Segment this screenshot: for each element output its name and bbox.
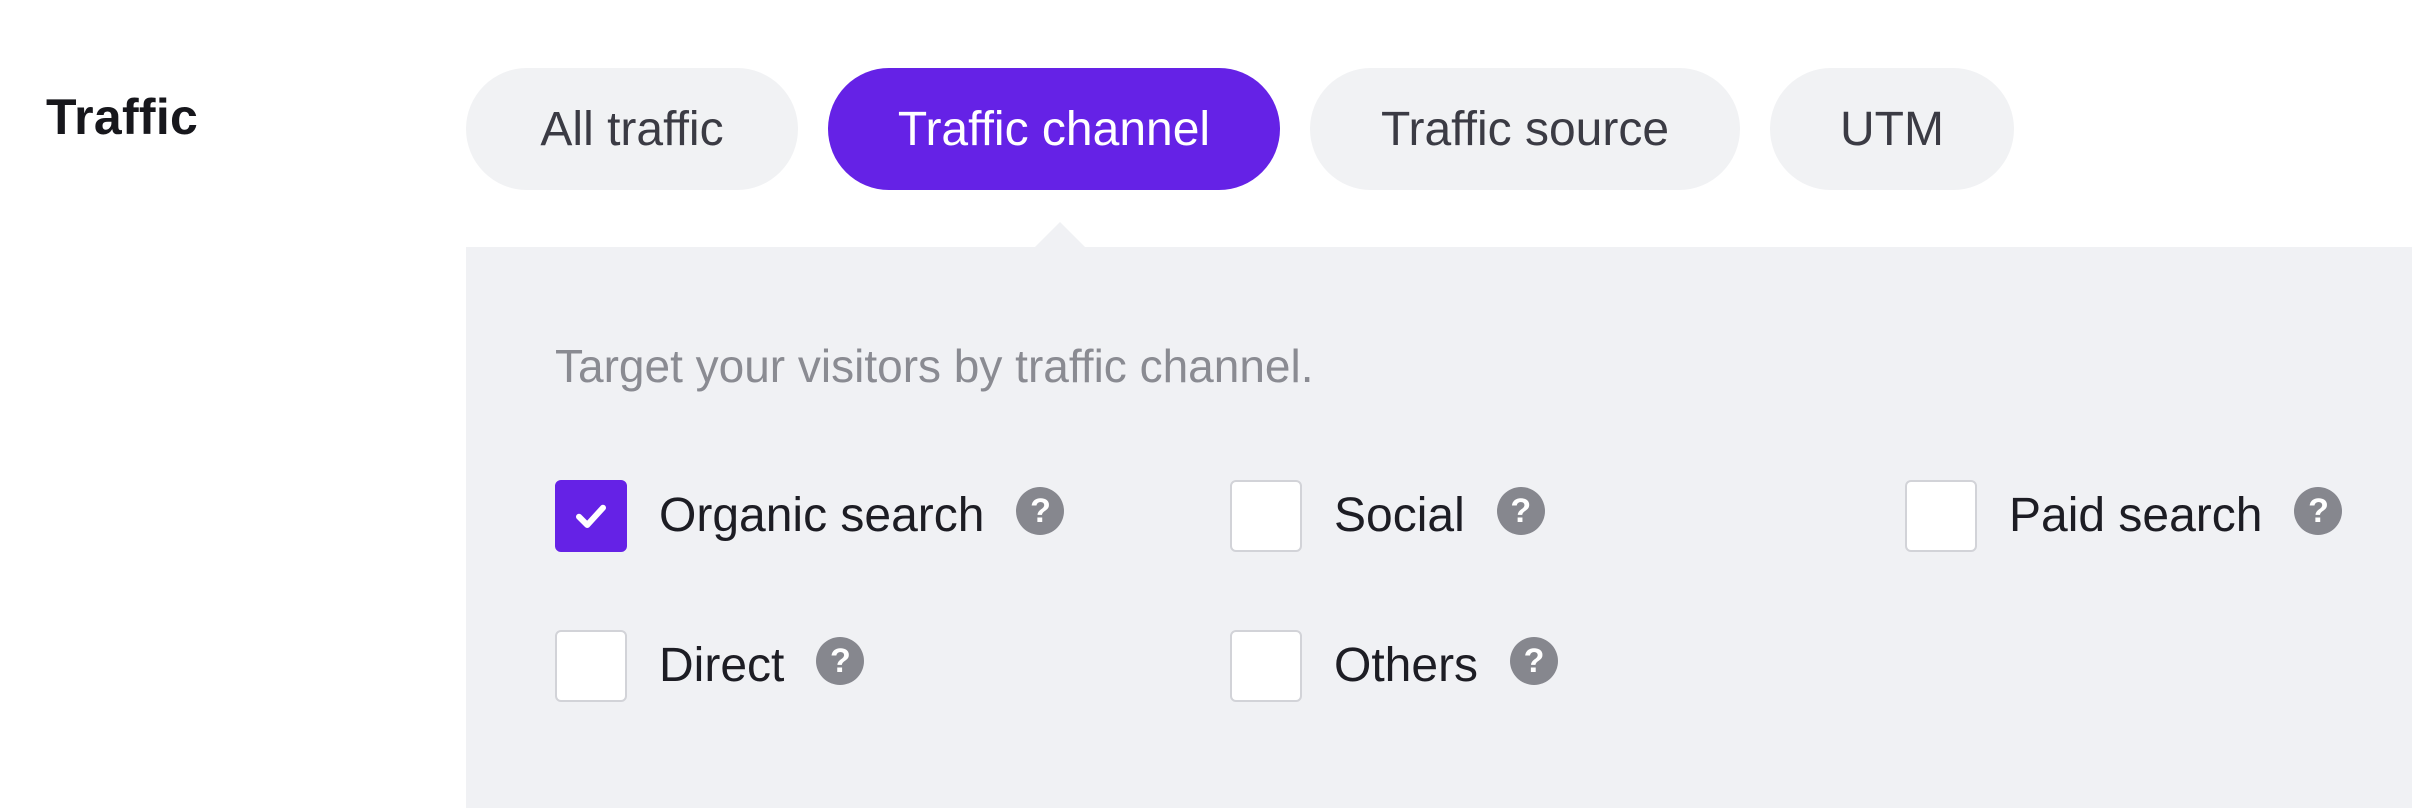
- option-organic-search[interactable]: Organic search ?: [555, 478, 1065, 554]
- question-icon[interactable]: ?: [1496, 487, 1545, 535]
- question-icon[interactable]: ?: [1016, 487, 1065, 535]
- tab-utm[interactable]: UTM: [1770, 68, 2014, 190]
- organic-search-checkbox[interactable]: [555, 480, 627, 552]
- direct-checkbox[interactable]: [555, 630, 627, 702]
- paid-search-checkbox[interactable]: [1905, 480, 1977, 552]
- section-title: Traffic: [46, 89, 199, 145]
- checkmark-icon: [576, 504, 606, 528]
- question-icon[interactable]: ?: [1510, 637, 1559, 685]
- tab-traffic-source[interactable]: Traffic source: [1310, 68, 1740, 190]
- option-label: Organic search: [659, 489, 985, 542]
- panel-description: Target your visitors by traffic channel.: [555, 340, 1314, 392]
- option-paid-search[interactable]: Paid search ?: [1905, 478, 2343, 554]
- option-direct[interactable]: Direct ?: [555, 628, 865, 704]
- traffic-tabs: All traffic Traffic channel Traffic sour…: [466, 68, 2014, 190]
- option-label: Direct: [659, 639, 785, 692]
- social-checkbox[interactable]: [1230, 480, 1302, 552]
- panel-pointer: [1034, 222, 1086, 248]
- tab-traffic-channel[interactable]: Traffic channel: [828, 68, 1280, 190]
- option-others[interactable]: Others ?: [1230, 628, 1559, 704]
- question-icon[interactable]: ?: [2294, 487, 2343, 535]
- tab-all-traffic[interactable]: All traffic: [466, 68, 798, 190]
- others-checkbox[interactable]: [1230, 630, 1302, 702]
- traffic-channel-panel: Target your visitors by traffic channel.…: [466, 247, 2412, 808]
- option-label: Social: [1334, 489, 1465, 542]
- option-social[interactable]: Social ?: [1230, 478, 1545, 554]
- question-icon[interactable]: ?: [816, 637, 865, 685]
- option-label: Paid search: [2009, 489, 2263, 542]
- option-label: Others: [1334, 639, 1479, 692]
